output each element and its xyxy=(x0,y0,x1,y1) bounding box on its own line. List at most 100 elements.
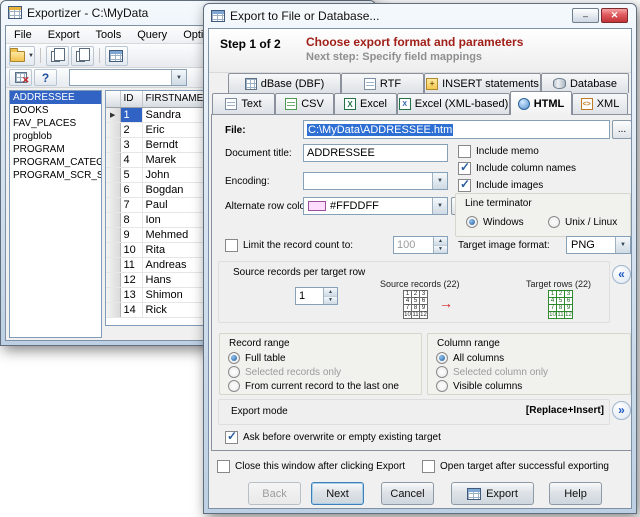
list-item[interactable]: ADDRESSEE xyxy=(10,91,101,104)
grid-cell[interactable]: Sandra xyxy=(142,107,207,122)
list-item[interactable]: progblob xyxy=(10,130,101,143)
records-per-row-spinner[interactable]: 1 ▲ ▼ xyxy=(295,287,338,305)
filter-combobox[interactable]: ▼ xyxy=(69,69,187,86)
row-selector[interactable] xyxy=(106,167,120,182)
minimize-button[interactable]: – xyxy=(572,8,599,23)
grid-cell[interactable]: Rita xyxy=(142,242,207,257)
limit-record-count-checkbox[interactable]: Limit the record count to: xyxy=(225,239,353,252)
spin-up-button[interactable]: ▲ xyxy=(434,237,447,246)
include-images-checkbox[interactable]: Include images xyxy=(458,179,543,192)
row-selector[interactable] xyxy=(106,152,120,167)
radio-visible-columns[interactable]: Visible columns xyxy=(436,380,522,392)
filter-dropdown-button[interactable]: ▼ xyxy=(171,70,186,85)
tab-rtf[interactable]: RTF xyxy=(341,73,424,93)
grid-cell[interactable]: Bogdan xyxy=(142,182,207,197)
document-title-input[interactable]: ADDRESSEE xyxy=(303,144,448,162)
tab-excel[interactable]: Excel xyxy=(334,93,397,114)
tab-html[interactable]: HTML xyxy=(510,91,572,115)
radio-selected-column-only[interactable]: Selected column only xyxy=(436,366,548,378)
grid-cell[interactable]: Ion xyxy=(142,212,207,227)
grid-cell[interactable]: 8 xyxy=(120,212,142,227)
grid-cell[interactable]: 4 xyxy=(120,152,142,167)
radio-unix-linux[interactable]: Unix / Linux xyxy=(548,216,617,228)
row-selector[interactable] xyxy=(106,287,120,302)
grid-cell[interactable]: 7 xyxy=(120,197,142,212)
grid-cell[interactable]: 2 xyxy=(120,122,142,137)
row-selector[interactable] xyxy=(106,122,120,137)
close-table-button[interactable] xyxy=(9,69,32,86)
copy-records-button[interactable] xyxy=(71,46,94,66)
grid-cell[interactable]: Hans xyxy=(142,272,207,287)
menu-query[interactable]: Query xyxy=(129,27,175,43)
grid-cell[interactable]: 5 xyxy=(120,167,142,182)
export-button[interactable]: Export xyxy=(451,482,534,505)
row-selector[interactable] xyxy=(106,257,120,272)
grid-cell[interactable]: 1 xyxy=(120,107,142,122)
grid-cell[interactable]: 13 xyxy=(120,287,142,302)
row-selector[interactable] xyxy=(106,182,120,197)
dropdown-button[interactable]: ▼ xyxy=(432,173,447,189)
spin-down-button[interactable]: ▼ xyxy=(324,297,337,305)
current-record-marker[interactable]: ▶ xyxy=(106,107,120,122)
row-selector[interactable] xyxy=(106,137,120,152)
radio-windows[interactable]: Windows xyxy=(466,216,524,228)
copy-button[interactable] xyxy=(46,46,69,66)
list-item[interactable]: PROGRAM_SCR_SHOT xyxy=(10,169,101,182)
radio-selected-records-only[interactable]: Selected records only xyxy=(228,366,341,378)
close-button[interactable]: ✕ xyxy=(601,8,628,23)
row-selector-header[interactable] xyxy=(106,91,120,107)
open-target-after-checkbox[interactable]: Open target after successful exporting xyxy=(422,460,609,473)
close-after-export-checkbox[interactable]: Close this window after clicking Export xyxy=(217,460,405,473)
radio-full-table[interactable]: Full table xyxy=(228,352,286,364)
target-image-format-combobox[interactable]: PNG ▼ xyxy=(566,236,631,254)
list-item[interactable]: BOOKS xyxy=(10,104,101,117)
grid-cell[interactable]: Rick xyxy=(142,302,207,317)
grid-cell[interactable]: Marek xyxy=(142,152,207,167)
tab-text[interactable]: Text xyxy=(212,93,275,114)
radio-all-columns[interactable]: All columns xyxy=(436,352,504,364)
grid-cell[interactable]: Eric xyxy=(142,122,207,137)
include-memo-checkbox[interactable]: Include memo xyxy=(458,145,539,158)
list-item[interactable]: PROGRAM_CATEGORY xyxy=(10,156,101,169)
grid-cell[interactable]: 11 xyxy=(120,257,142,272)
file-browse-button[interactable]: ... xyxy=(612,120,632,139)
back-button[interactable]: Back xyxy=(248,482,301,505)
column-header-id[interactable]: ID xyxy=(120,91,142,107)
grid-cell[interactable]: 14 xyxy=(120,302,142,317)
dropdown-button[interactable]: ▼ xyxy=(615,237,630,253)
spin-up-button[interactable]: ▲ xyxy=(324,288,337,297)
grid-cell[interactable]: John xyxy=(142,167,207,182)
grid-cell[interactable]: 10 xyxy=(120,242,142,257)
radio-from-current-record[interactable]: From current record to the last one xyxy=(228,380,399,392)
grid-cell[interactable]: 3 xyxy=(120,137,142,152)
collapse-panel-button[interactable]: « xyxy=(612,265,631,284)
cancel-button[interactable]: Cancel xyxy=(381,482,434,505)
grid-cell[interactable]: Shimon xyxy=(142,287,207,302)
tab-insert-statements[interactable]: INSERT statements xyxy=(424,73,541,93)
grid-cell[interactable]: Berndt xyxy=(142,137,207,152)
list-item[interactable]: FAV_PLACES xyxy=(10,117,101,130)
row-selector[interactable] xyxy=(106,227,120,242)
tab-csv[interactable]: CSV xyxy=(275,93,334,114)
include-column-names-checkbox[interactable]: Include column names xyxy=(458,162,576,175)
dialog-titlebar[interactable]: Export to File or Database... – ✕ xyxy=(204,4,636,27)
grid-cell[interactable]: Andreas xyxy=(142,257,207,272)
row-selector[interactable] xyxy=(106,212,120,227)
alternate-row-color-combobox[interactable]: #FFDDFF ▼ xyxy=(303,197,448,215)
row-selector[interactable] xyxy=(106,242,120,257)
encoding-combobox[interactable]: ▼ xyxy=(303,172,448,190)
ask-before-overwrite-checkbox[interactable]: Ask before overwrite or empty existing t… xyxy=(225,431,441,444)
grid-cell[interactable]: 9 xyxy=(120,227,142,242)
record-limit-spinner[interactable]: 100 ▲ ▼ xyxy=(393,236,448,254)
menu-file[interactable]: File xyxy=(6,27,40,43)
dropdown-button[interactable]: ▼ xyxy=(432,198,447,214)
help-button[interactable]: ? xyxy=(34,69,57,86)
row-selector[interactable] xyxy=(106,197,120,212)
menu-tools[interactable]: Tools xyxy=(88,27,130,43)
tab-database[interactable]: Database xyxy=(541,73,629,93)
column-header-firstname[interactable]: FIRSTNAME xyxy=(142,91,207,107)
list-item[interactable]: PROGRAM xyxy=(10,143,101,156)
grid-cell[interactable]: Paul xyxy=(142,197,207,212)
row-selector[interactable] xyxy=(106,302,120,317)
help-dialog-button[interactable]: Help xyxy=(549,482,602,505)
